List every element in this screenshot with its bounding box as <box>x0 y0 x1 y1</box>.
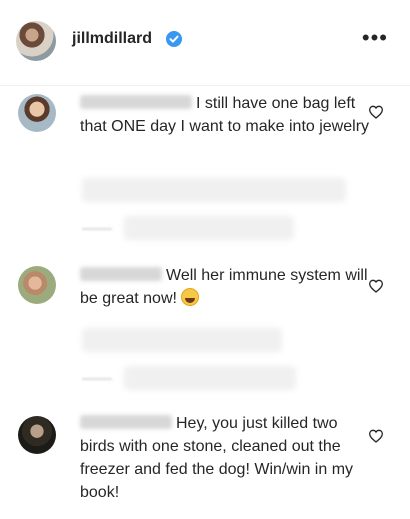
replies-line <box>82 378 112 380</box>
comment-text: Hey, you just killed two birds with one … <box>80 415 354 501</box>
comment-meta-blurred <box>82 328 282 352</box>
view-replies-blurred[interactable] <box>124 366 296 390</box>
post-header: jillmdillard ••• <box>0 0 410 86</box>
comment-text: Well her immune system will be great now… <box>80 267 368 307</box>
comment-item: I still have one bag left that ONE day I… <box>0 92 410 252</box>
commenter-avatar[interactable] <box>18 416 56 454</box>
like-heart-icon[interactable] <box>368 428 384 444</box>
like-heart-icon[interactable] <box>368 278 384 294</box>
commenter-avatar[interactable] <box>18 266 56 304</box>
profile-avatar[interactable] <box>16 21 56 61</box>
view-replies-blurred[interactable] <box>124 216 294 240</box>
comment-text: I still have one bag left that ONE day I… <box>80 95 370 135</box>
commenter-username-blurred[interactable] <box>80 415 172 429</box>
commenter-username-blurred[interactable] <box>80 95 192 109</box>
like-heart-icon[interactable] <box>368 104 384 120</box>
commenter-username-blurred[interactable] <box>80 267 162 281</box>
verified-badge-icon <box>166 31 182 47</box>
commenter-avatar[interactable] <box>18 94 56 132</box>
more-options-icon[interactable]: ••• <box>362 27 388 49</box>
replies-line <box>82 228 112 230</box>
comment-item: Hey, you just killed two birds with one … <box>0 412 410 519</box>
laughing-emoji-icon <box>181 288 200 306</box>
comment-meta-blurred <box>82 178 346 202</box>
profile-username[interactable]: jillmdillard <box>72 30 152 48</box>
comment-item: Well her immune system will be great now… <box>0 264 410 404</box>
